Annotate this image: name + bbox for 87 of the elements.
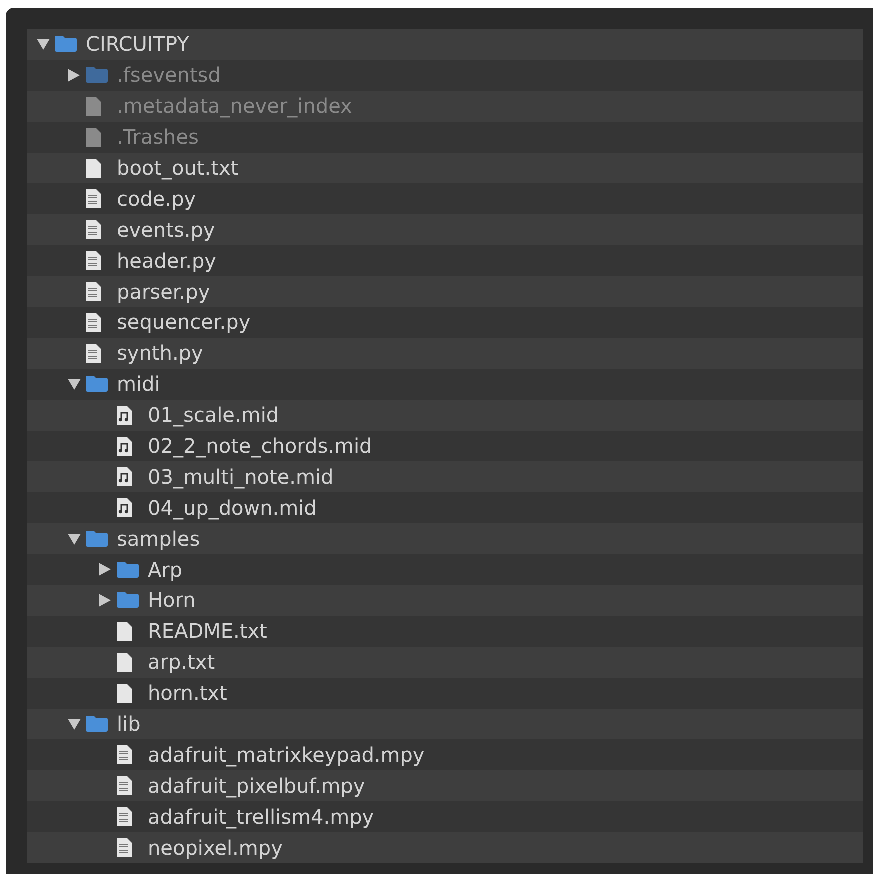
- caret-icon[interactable]: [99, 594, 111, 607]
- binary-file-icon: [117, 745, 132, 764]
- file-icon: [117, 684, 132, 703]
- caret-icon[interactable]: [68, 378, 81, 390]
- caret-icon[interactable]: [68, 532, 81, 545]
- binary-file-icon: [117, 776, 132, 796]
- file-name: code.py: [117, 186, 196, 211]
- file-name: header.py: [117, 248, 217, 273]
- file-name: adafruit_matrixkeypad.mpy: [148, 742, 425, 767]
- tree-row[interactable]: neopixel.mpy: [27, 832, 863, 864]
- tree-row[interactable]: arp.txt: [27, 646, 863, 678]
- file-name: CIRCUITPY: [86, 32, 190, 56]
- file-name: parser.py: [117, 280, 210, 304]
- tree-row[interactable]: lib: [27, 708, 863, 740]
- folder-icon: [86, 67, 108, 84]
- file-icon: [86, 96, 101, 116]
- file-name: neopixel.mpy: [148, 836, 283, 860]
- tree-row[interactable]: samples: [27, 523, 863, 554]
- tree-row[interactable]: 01_scale.mid: [27, 400, 863, 431]
- tree-row[interactable]: .Trashes: [27, 122, 863, 153]
- file-name: 03_multi_note.mid: [148, 464, 334, 489]
- music-file-icon: [117, 406, 132, 425]
- file-name: sequencer.py: [117, 310, 251, 334]
- tree-row[interactable]: 03_multi_note.mid: [27, 461, 863, 492]
- file-name: 04_up_down.mid: [148, 496, 317, 520]
- tree-row[interactable]: .fseventsd: [27, 60, 863, 91]
- tree-row[interactable]: 02_2_note_chords.mid: [27, 430, 863, 462]
- tree-row[interactable]: adafruit_matrixkeypad.mpy: [27, 739, 863, 770]
- file-name: arp.txt: [148, 650, 216, 674]
- file-name: .fseventsd: [117, 63, 221, 88]
- file-name: horn.txt: [148, 681, 228, 706]
- tree-row[interactable]: adafruit_trellism4.mpy: [27, 801, 863, 832]
- music-file-icon: [117, 436, 132, 456]
- file-icon: [117, 652, 132, 672]
- file-name: .Trashes: [117, 125, 199, 150]
- caret-icon[interactable]: [68, 718, 81, 730]
- tree-row[interactable]: README.txt: [27, 616, 863, 647]
- binary-file-icon: [86, 189, 101, 208]
- file-name: synth.py: [117, 341, 204, 366]
- music-file-icon: [117, 467, 132, 486]
- binary-file-icon: [86, 344, 101, 363]
- tree-row[interactable]: Arp: [27, 554, 863, 586]
- file-name: Arp: [148, 558, 183, 582]
- file-name: adafruit_trellism4.mpy: [148, 804, 374, 829]
- file-icon: [86, 158, 101, 178]
- folder-icon: [55, 36, 77, 52]
- binary-file-icon: [117, 807, 132, 826]
- tree-row[interactable]: events.py: [27, 214, 863, 246]
- caret-icon[interactable]: [68, 68, 80, 82]
- file-name: lib: [117, 712, 141, 736]
- tree-row[interactable]: Horn: [27, 585, 863, 616]
- tree-row[interactable]: CIRCUITPY: [27, 29, 863, 60]
- folder-icon: [86, 376, 108, 392]
- file-name: 01_scale.mid: [148, 403, 280, 428]
- file-icon: [86, 128, 101, 147]
- tree-row[interactable]: code.py: [27, 183, 863, 214]
- music-file-icon: [117, 498, 132, 518]
- tree-row[interactable]: sequencer.py: [27, 307, 863, 338]
- binary-file-icon: [86, 220, 101, 240]
- file-name: events.py: [117, 218, 216, 242]
- file-name: README.txt: [148, 619, 268, 644]
- folder-icon: [117, 562, 139, 578]
- folder-icon: [86, 530, 108, 547]
- file-icon: [117, 622, 132, 641]
- file-name: boot_out.txt: [117, 156, 239, 180]
- tree-row[interactable]: midi: [27, 368, 863, 400]
- file-name: midi: [117, 372, 160, 396]
- binary-file-icon: [86, 312, 101, 332]
- caret-icon[interactable]: [99, 563, 111, 576]
- folder-icon: [86, 716, 108, 732]
- binary-file-icon: [86, 251, 101, 270]
- tree-row[interactable]: parser.py: [27, 276, 863, 308]
- folder-icon: [117, 592, 139, 608]
- tree-row[interactable]: 04_up_down.mid: [27, 492, 863, 524]
- file-name: 02_2_note_chords.mid: [148, 434, 372, 458]
- tree-row[interactable]: header.py: [27, 245, 863, 276]
- tree-row[interactable]: horn.txt: [27, 678, 863, 709]
- tree-row[interactable]: synth.py: [27, 338, 863, 369]
- file-name: samples: [117, 526, 200, 551]
- file-name: .metadata_never_index: [117, 94, 352, 118]
- binary-file-icon: [86, 282, 101, 302]
- caret-icon[interactable]: [37, 38, 50, 50]
- tree-row[interactable]: adafruit_pixelbuf.mpy: [27, 770, 863, 802]
- tree-row[interactable]: boot_out.txt: [27, 152, 863, 184]
- file-name: Horn: [148, 588, 196, 612]
- file-name: adafruit_pixelbuf.mpy: [148, 774, 366, 798]
- binary-file-icon: [117, 838, 132, 858]
